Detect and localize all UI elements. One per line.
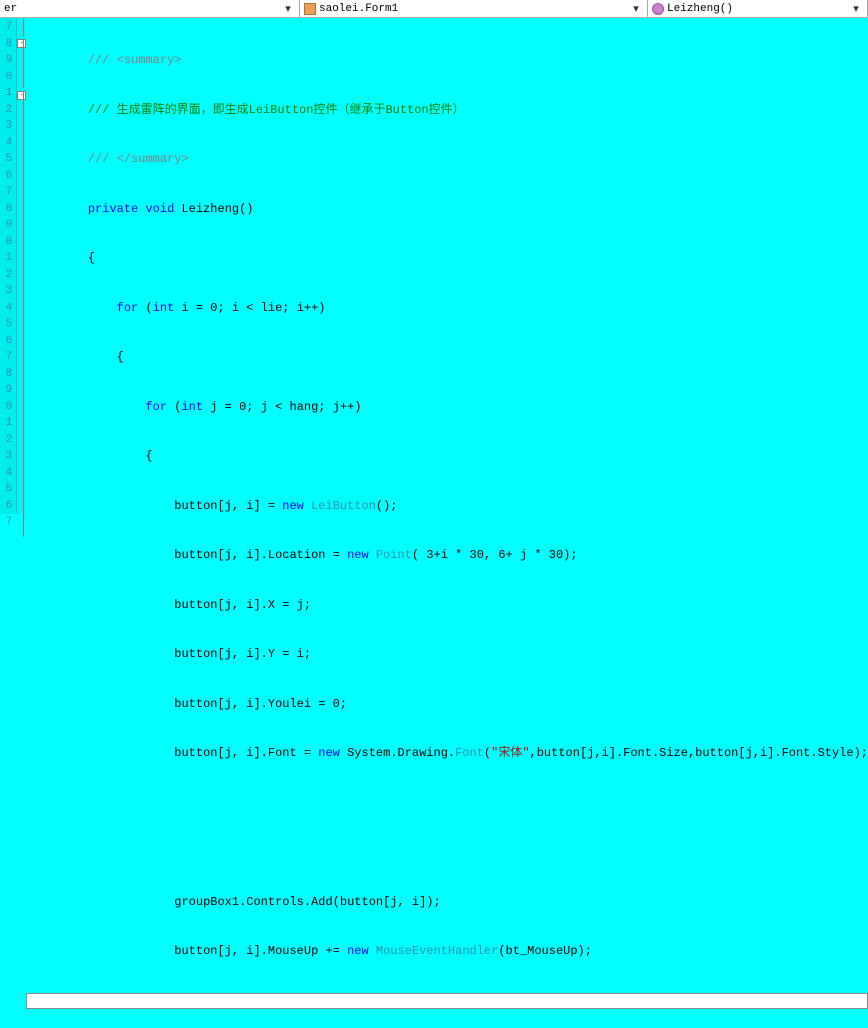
code-area[interactable]: /// <summary> /// 生成雷阵的界面，即生成LeiButton控件… — [26, 18, 868, 514]
fold-toggle[interactable]: - — [17, 39, 26, 48]
scope-text: er — [4, 3, 17, 15]
code-editor[interactable]: 7 8 9 0 1 2 3 4 5 6 7 8 9 0 1 2 3 4 5 6 … — [0, 18, 868, 514]
scope-dropdown[interactable]: er ▾ — [0, 0, 300, 17]
class-dropdown[interactable]: saolei.Form1 ▾ — [300, 0, 648, 17]
method-text: Leizheng() — [667, 3, 733, 15]
chevron-down-icon[interactable]: ▾ — [849, 2, 863, 16]
class-icon — [304, 3, 316, 15]
current-line — [26, 993, 868, 1010]
method-icon — [652, 3, 664, 15]
line-number-gutter: 7 8 9 0 1 2 3 4 5 6 7 8 9 0 1 2 3 4 5 6 … — [0, 18, 17, 514]
fold-column: - - — [17, 18, 26, 514]
chevron-down-icon[interactable]: ▾ — [281, 2, 295, 16]
chevron-down-icon[interactable]: ▾ — [629, 2, 643, 16]
method-dropdown[interactable]: Leizheng() ▾ — [648, 0, 868, 17]
fold-toggle[interactable]: - — [17, 91, 26, 100]
class-text: saolei.Form1 — [319, 3, 398, 15]
breadcrumb-bar: er ▾ saolei.Form1 ▾ Leizheng() ▾ — [0, 0, 868, 18]
